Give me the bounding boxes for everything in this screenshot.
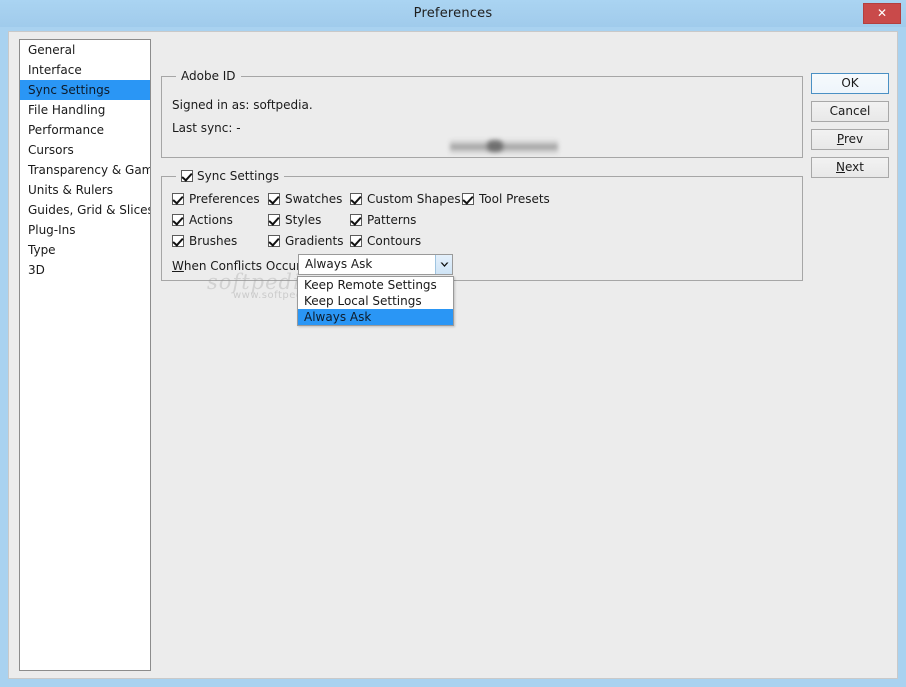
window-title: Preferences <box>0 0 906 27</box>
sidebar-item-type[interactable]: Type <box>20 240 150 260</box>
sync-checkbox-label: Patterns <box>367 213 416 227</box>
sync-settings-checkbox[interactable] <box>181 170 193 182</box>
ok-button[interactable]: OK <box>811 73 889 94</box>
sync-checkbox-actions[interactable]: Actions <box>172 213 233 227</box>
conflict-label-mnemonic: W <box>172 259 184 273</box>
category-list[interactable]: General Interface Sync Settings File Handli… <box>19 39 151 671</box>
checkbox-icon[interactable] <box>350 193 362 205</box>
sidebar-item-plug-ins[interactable]: Plug-Ins <box>20 220 150 240</box>
next-button[interactable]: Next <box>811 157 889 178</box>
dialog-client-area: General Interface Sync Settings File Handli… <box>8 31 898 679</box>
checkbox-icon[interactable] <box>172 235 184 247</box>
sidebar-item-label: Plug-Ins <box>28 223 76 237</box>
when-conflicts-occur-label: When Conflicts Occur: <box>172 259 305 273</box>
adobe-id-legend: Adobe ID <box>176 69 241 83</box>
cancel-button[interactable]: Cancel <box>811 101 889 122</box>
sidebar-item-performance[interactable]: Performance <box>20 120 150 140</box>
sync-checkbox-label: Swatches <box>285 192 342 206</box>
sync-checkbox-swatches[interactable]: Swatches <box>268 192 342 206</box>
sync-checkbox-label: Tool Presets <box>479 192 550 206</box>
sidebar-item-label: General <box>28 43 75 57</box>
signed-in-text: Signed in as: softpedia. <box>172 98 313 112</box>
sidebar-item-label: Guides, Grid & Slices <box>28 203 151 217</box>
checkbox-icon[interactable] <box>350 235 362 247</box>
sync-checkbox-label: Gradients <box>285 234 343 248</box>
sync-checkbox-styles[interactable]: Styles <box>268 213 321 227</box>
sidebar-item-3d[interactable]: 3D <box>20 260 150 280</box>
sidebar-item-guides-grid-slices[interactable]: Guides, Grid & Slices <box>20 200 150 220</box>
sync-checkbox-custom-shapes[interactable]: Custom Shapes <box>350 192 461 206</box>
sidebar-item-transparency-gamut[interactable]: Transparency & Gamut <box>20 160 150 180</box>
sync-checkbox-label: Actions <box>189 213 233 227</box>
preferences-window: Preferences ✕ General Interface Sync Setti… <box>0 0 906 687</box>
next-button-rest: ext <box>845 160 864 174</box>
dropdown-option-label: Always Ask <box>304 310 371 324</box>
sidebar-item-label: 3D <box>28 263 45 277</box>
conflict-resolution-select[interactable]: Always Ask <box>298 254 453 275</box>
redacted-email-blur-accent <box>487 140 503 152</box>
sync-settings-legend[interactable]: Sync Settings <box>176 169 284 183</box>
sidebar-item-label: Interface <box>28 63 82 77</box>
checkbox-icon[interactable] <box>172 193 184 205</box>
sync-checkbox-brushes[interactable]: Brushes <box>172 234 237 248</box>
conflict-select-value: Always Ask <box>305 255 372 274</box>
sync-checkbox-contours[interactable]: Contours <box>350 234 421 248</box>
sidebar-item-label: Units & Rulers <box>28 183 113 197</box>
sidebar-item-cursors[interactable]: Cursors <box>20 140 150 160</box>
sync-checkbox-label: Styles <box>285 213 321 227</box>
sidebar-item-interface[interactable]: Interface <box>20 60 150 80</box>
sync-checkbox-patterns[interactable]: Patterns <box>350 213 416 227</box>
sync-checkbox-gradients[interactable]: Gradients <box>268 234 343 248</box>
last-sync-text: Last sync: - <box>172 121 241 135</box>
checkbox-icon[interactable] <box>268 193 280 205</box>
sidebar-item-label: Performance <box>28 123 104 137</box>
sync-checkbox-label: Contours <box>367 234 421 248</box>
adobe-id-group: Adobe ID Signed in as: softpedia. Last s… <box>161 76 803 158</box>
sync-settings-group: Sync Settings PreferencesSwatchesCustom … <box>161 176 803 281</box>
checkbox-icon[interactable] <box>268 235 280 247</box>
prev-button-mnemonic: P <box>837 132 844 146</box>
checkbox-icon[interactable] <box>268 214 280 226</box>
close-icon[interactable]: ✕ <box>863 3 901 24</box>
sidebar-item-label: Type <box>28 243 56 257</box>
sidebar-item-label: File Handling <box>28 103 105 117</box>
sidebar-item-label: Sync Settings <box>28 83 110 97</box>
dropdown-option-keep-remote-settings[interactable]: Keep Remote Settings <box>298 277 453 293</box>
conflict-dropdown-list[interactable]: Keep Remote Settings Keep Local Settings A… <box>297 276 454 326</box>
sync-checkbox-label: Custom Shapes <box>367 192 461 206</box>
dropdown-option-label: Keep Remote Settings <box>304 278 437 292</box>
sidebar-item-file-handling[interactable]: File Handling <box>20 100 150 120</box>
checkbox-icon[interactable] <box>350 214 362 226</box>
sidebar-item-sync-settings[interactable]: Sync Settings <box>20 80 150 100</box>
sync-checkbox-preferences[interactable]: Preferences <box>172 192 260 206</box>
sync-settings-legend-label: Sync Settings <box>197 169 279 183</box>
prev-button-rest: rev <box>844 132 863 146</box>
sync-checkbox-label: Brushes <box>189 234 237 248</box>
sync-checkbox-label: Preferences <box>189 192 260 206</box>
sidebar-item-label: Transparency & Gamut <box>28 163 151 177</box>
dropdown-option-always-ask[interactable]: Always Ask <box>298 309 453 325</box>
title-bar: Preferences ✕ <box>0 0 906 27</box>
dropdown-option-keep-local-settings[interactable]: Keep Local Settings <box>298 293 453 309</box>
adobe-id-legend-label: Adobe ID <box>181 69 236 83</box>
next-button-mnemonic: N <box>836 160 845 174</box>
prev-button[interactable]: Prev <box>811 129 889 150</box>
sidebar-item-general[interactable]: General <box>20 40 150 60</box>
checkbox-icon[interactable] <box>172 214 184 226</box>
sidebar-item-label: Cursors <box>28 143 74 157</box>
chevron-down-icon[interactable] <box>435 255 452 274</box>
redacted-email-blur <box>450 139 558 155</box>
checkbox-icon[interactable] <box>462 193 474 205</box>
sidebar-item-units-rulers[interactable]: Units & Rulers <box>20 180 150 200</box>
dropdown-option-label: Keep Local Settings <box>304 294 422 308</box>
conflict-label-rest: hen Conflicts Occur: <box>184 259 305 273</box>
sync-checkbox-tool-presets[interactable]: Tool Presets <box>462 192 550 206</box>
